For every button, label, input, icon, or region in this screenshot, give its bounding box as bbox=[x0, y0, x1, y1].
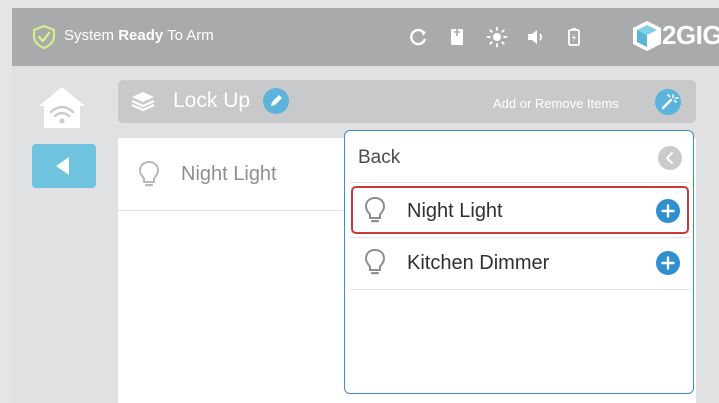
magic-wand-icon bbox=[661, 94, 679, 110]
brand-logo-icon bbox=[633, 21, 661, 51]
add-item-button[interactable] bbox=[656, 251, 680, 275]
page-title: Lock Up bbox=[173, 89, 251, 112]
chevron-left-icon bbox=[666, 152, 673, 164]
light-bulb-icon bbox=[138, 160, 160, 187]
shield-check-icon[interactable] bbox=[31, 24, 57, 50]
layers-icon bbox=[131, 92, 155, 112]
dropdown-divider bbox=[350, 182, 690, 183]
brand-logo-text: 2GIG bbox=[662, 20, 719, 50]
system-status-text[interactable]: System Ready To Arm bbox=[64, 27, 214, 44]
add-remove-items-button[interactable] bbox=[655, 89, 681, 115]
dropdown-back-button[interactable] bbox=[658, 146, 682, 170]
sync-icon[interactable] bbox=[407, 26, 429, 48]
add-remove-items-link[interactable]: Add or Remove Items bbox=[493, 96, 619, 111]
list-item-label[interactable]: Night Light bbox=[181, 163, 277, 186]
back-button[interactable] bbox=[32, 144, 96, 188]
dropdown-divider bbox=[350, 289, 690, 290]
pencil-icon bbox=[271, 95, 282, 106]
brightness-icon[interactable] bbox=[486, 26, 508, 48]
battery-icon[interactable] bbox=[563, 26, 585, 48]
plus-icon bbox=[661, 256, 675, 270]
dropdown-item-label[interactable]: Night Light bbox=[407, 200, 503, 223]
edit-title-button[interactable] bbox=[263, 88, 289, 114]
light-bulb-icon bbox=[364, 248, 386, 275]
home-wifi-icon[interactable] bbox=[36, 84, 88, 130]
light-bulb-icon bbox=[364, 196, 386, 223]
add-item-button[interactable] bbox=[656, 199, 680, 223]
dropdown-back-label[interactable]: Back bbox=[358, 147, 400, 169]
bookmark-icon[interactable] bbox=[446, 26, 468, 48]
plus-icon bbox=[661, 204, 675, 218]
dropdown-item-night-light[interactable] bbox=[351, 186, 689, 234]
back-arrow-icon bbox=[56, 157, 69, 175]
list-divider bbox=[118, 210, 348, 211]
volume-icon[interactable] bbox=[525, 26, 547, 48]
dropdown-item-label[interactable]: Kitchen Dimmer bbox=[407, 252, 549, 275]
